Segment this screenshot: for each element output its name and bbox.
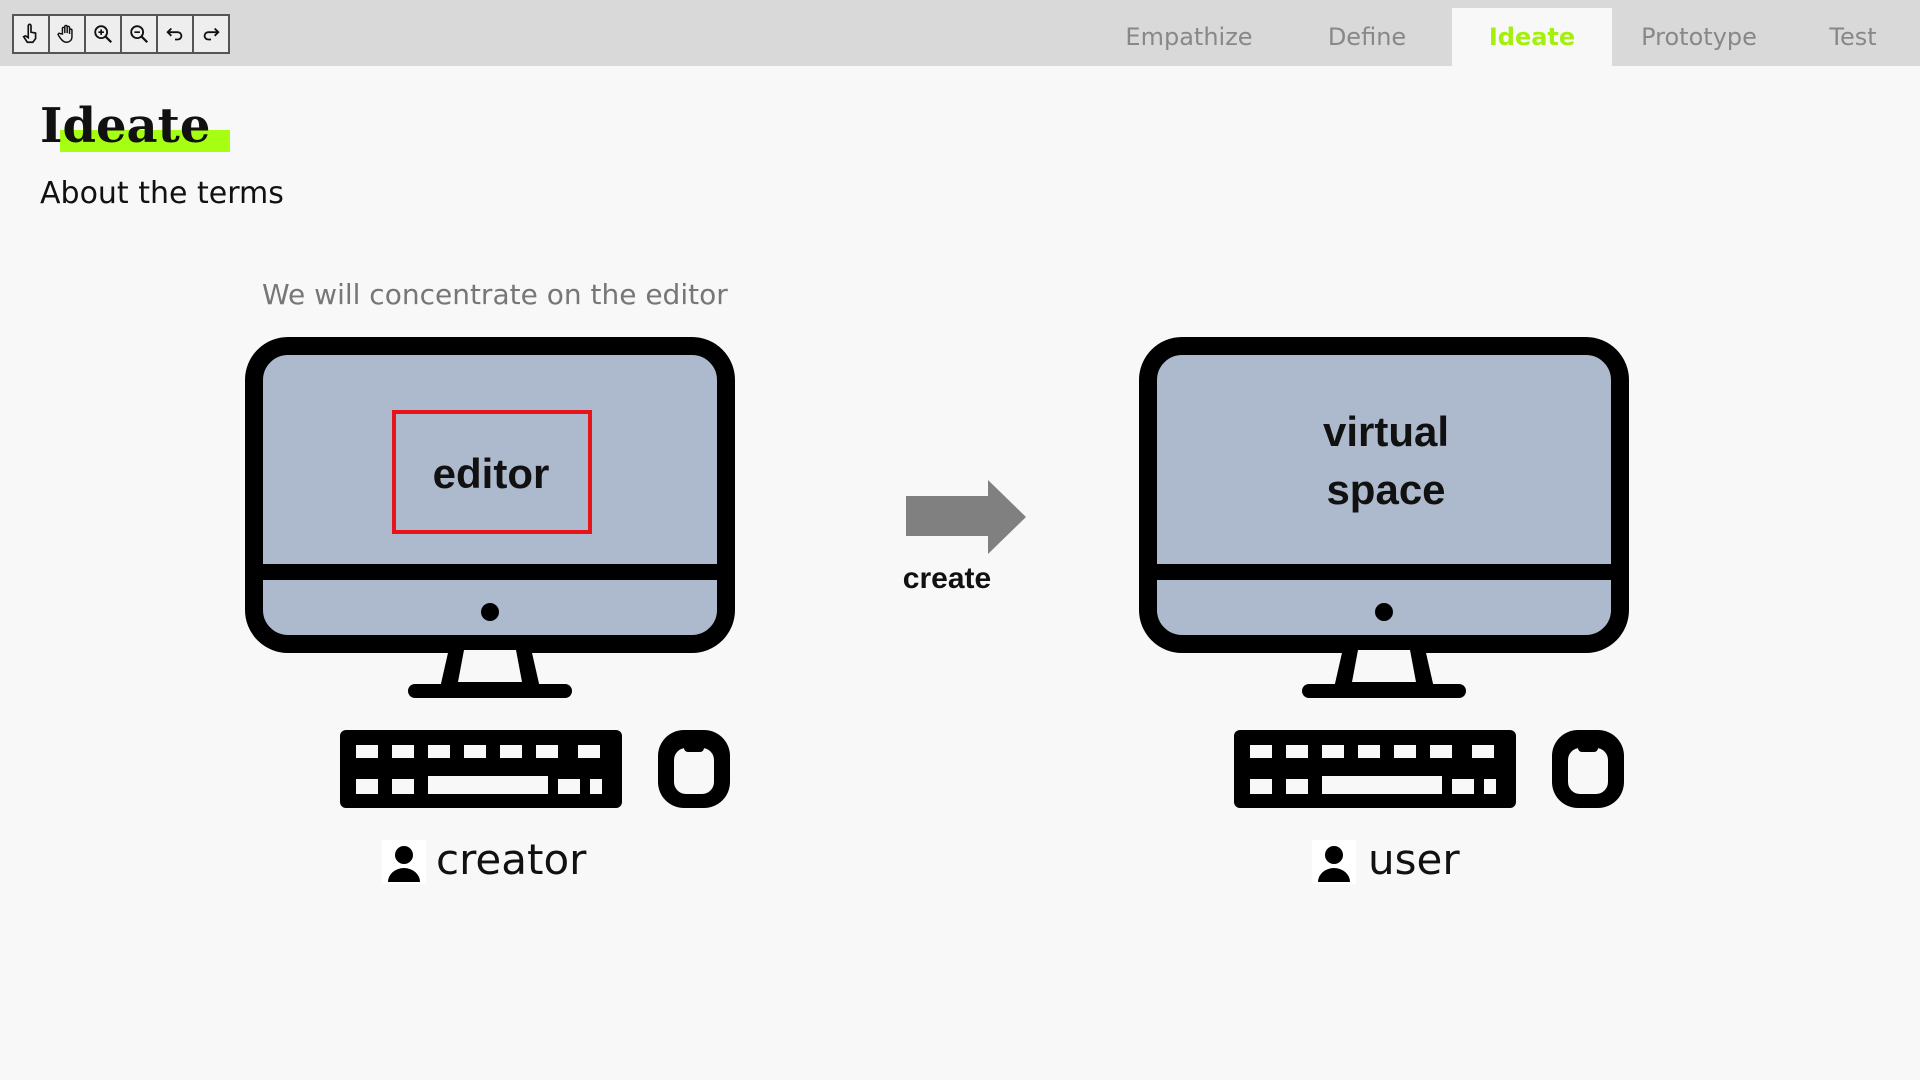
creator-person-icon <box>382 840 426 884</box>
create-arrow-icon <box>906 480 1026 554</box>
creator-label: creator <box>436 835 587 884</box>
concept-diagram: editor create virtual space creator user <box>0 0 1920 884</box>
virtual-label: virtual <box>1323 408 1449 455</box>
user-label: user <box>1368 835 1460 884</box>
creator-computer <box>254 346 730 808</box>
user-person-icon <box>1312 840 1356 884</box>
space-label: space <box>1326 466 1445 513</box>
create-label: create <box>903 562 991 595</box>
editor-label: editor <box>433 450 550 497</box>
